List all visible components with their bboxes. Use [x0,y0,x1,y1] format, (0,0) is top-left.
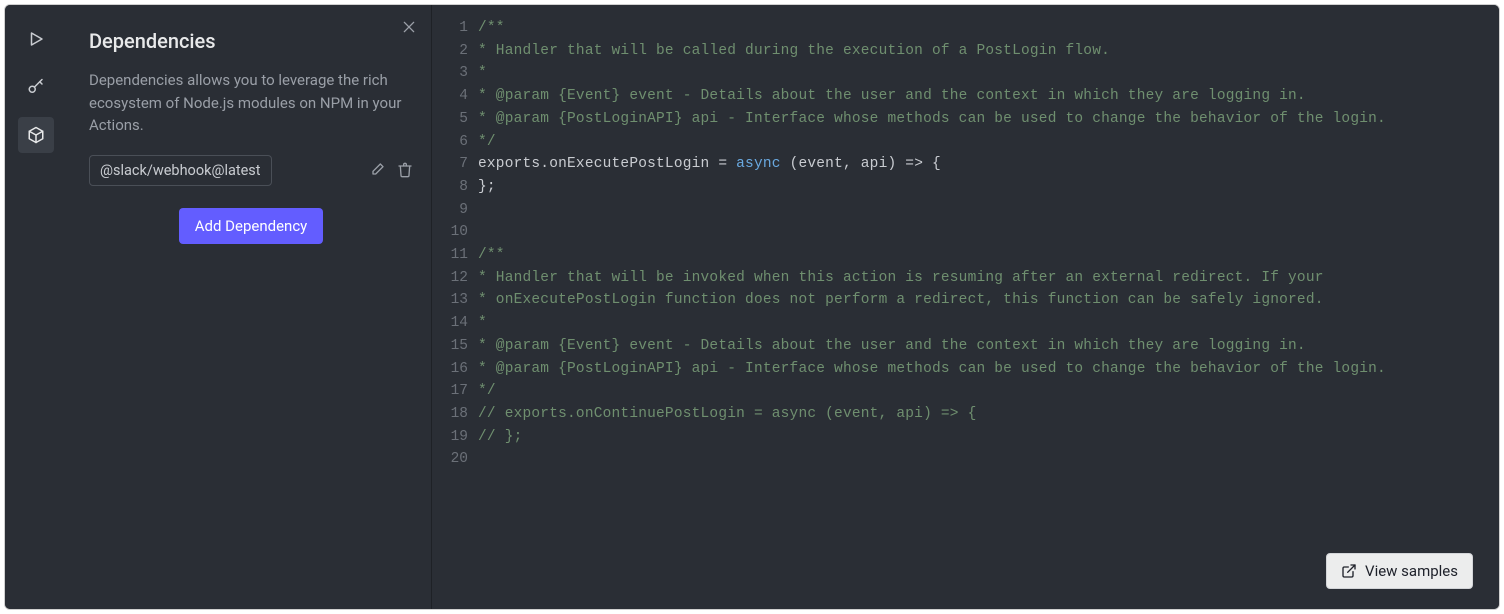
line-number: 11 [432,244,468,267]
code-line[interactable] [478,199,1499,222]
code-line[interactable]: * @param {PostLoginAPI} api - Interface … [478,358,1499,381]
dependency-row: @slack/webhook@latest [89,155,413,186]
line-number: 6 [432,131,468,154]
add-dependency-button[interactable]: Add Dependency [179,208,324,244]
code-line[interactable]: /** [478,244,1499,267]
code-line[interactable]: * @param {Event} event - Details about t… [478,85,1499,108]
code-line[interactable]: /** [478,17,1499,40]
line-number: 12 [432,267,468,290]
code-line[interactable] [478,221,1499,244]
dependencies-panel: Dependencies Dependencies allows you to … [67,5,432,609]
edit-icon[interactable] [369,162,385,178]
code-line[interactable]: exports.onExecutePostLogin = async (even… [478,153,1499,176]
key-icon[interactable] [18,69,54,105]
line-number: 19 [432,426,468,449]
close-icon[interactable] [401,19,417,35]
code-editor[interactable]: 1234567891011121314151617181920 /*** Han… [432,5,1499,609]
line-number: 4 [432,85,468,108]
line-number: 9 [432,199,468,222]
icon-rail [5,5,67,609]
code-line[interactable]: */ [478,131,1499,154]
app-root: Dependencies Dependencies allows you to … [4,4,1500,610]
line-number: 5 [432,108,468,131]
play-icon[interactable] [18,21,54,57]
line-number: 8 [432,176,468,199]
line-number: 17 [432,380,468,403]
view-samples-label: View samples [1365,562,1458,580]
line-number: 7 [432,153,468,176]
line-number: 20 [432,448,468,471]
code-line[interactable]: * Handler that will be invoked when this… [478,267,1499,290]
line-gutter: 1234567891011121314151617181920 [432,17,476,471]
external-link-icon [1341,563,1357,579]
line-number: 10 [432,221,468,244]
line-number: 13 [432,289,468,312]
code-line[interactable] [478,448,1499,471]
code-line[interactable]: * [478,62,1499,85]
code-line[interactable]: // exports.onContinuePostLogin = async (… [478,403,1499,426]
panel-title: Dependencies [89,29,413,53]
line-number: 1 [432,17,468,40]
code-line[interactable]: }; [478,176,1499,199]
line-number: 16 [432,358,468,381]
dependency-actions [369,162,413,178]
code-line[interactable]: */ [478,380,1499,403]
code-line[interactable]: * @param {Event} event - Details about t… [478,335,1499,358]
line-number: 18 [432,403,468,426]
code-line[interactable]: * onExecutePostLogin function does not p… [478,289,1499,312]
code-line[interactable]: // }; [478,426,1499,449]
code-line[interactable]: * Handler that will be called during the… [478,40,1499,63]
code-line[interactable]: * @param {PostLoginAPI} api - Interface … [478,108,1499,131]
dependency-pill[interactable]: @slack/webhook@latest [89,155,272,186]
panel-description: Dependencies allows you to leverage the … [89,69,413,137]
line-number: 3 [432,62,468,85]
code-content[interactable]: /*** Handler that will be called during … [476,17,1499,471]
view-samples-button[interactable]: View samples [1326,553,1473,589]
delete-icon[interactable] [397,162,413,178]
line-number: 2 [432,40,468,63]
line-number: 15 [432,335,468,358]
code-line[interactable]: * [478,312,1499,335]
package-icon[interactable] [18,117,54,153]
line-number: 14 [432,312,468,335]
